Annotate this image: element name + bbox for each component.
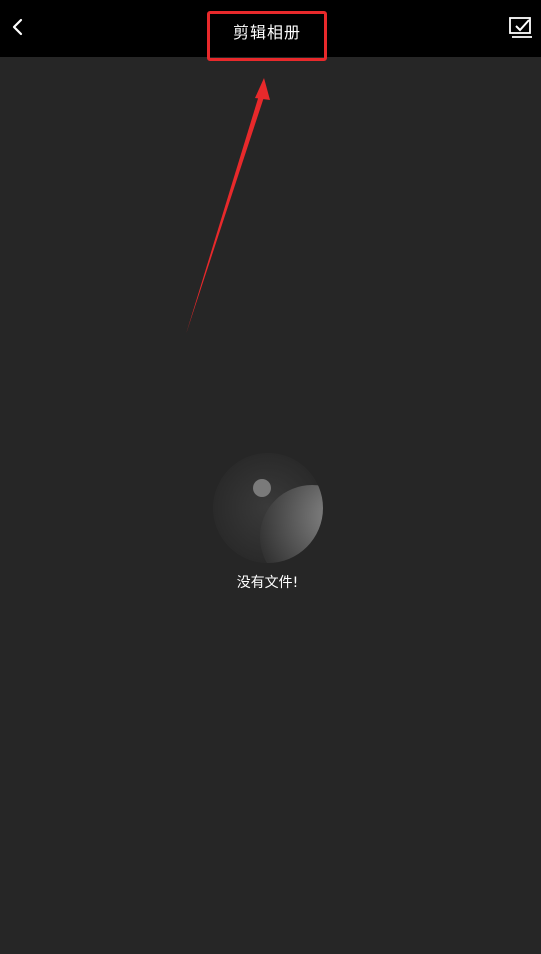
back-button[interactable] (4, 12, 30, 42)
empty-planet-icon (213, 453, 323, 563)
top-bar: 剪辑相册 (0, 0, 541, 61)
page-title: 剪辑相册 (207, 11, 327, 61)
album-screen: 剪辑相册 没有文件! (0, 0, 541, 954)
select-all-check-icon (509, 17, 532, 38)
chevron-left-icon (12, 18, 23, 36)
empty-message: 没有文件! (236, 575, 299, 591)
select-all-button[interactable] (507, 14, 535, 42)
